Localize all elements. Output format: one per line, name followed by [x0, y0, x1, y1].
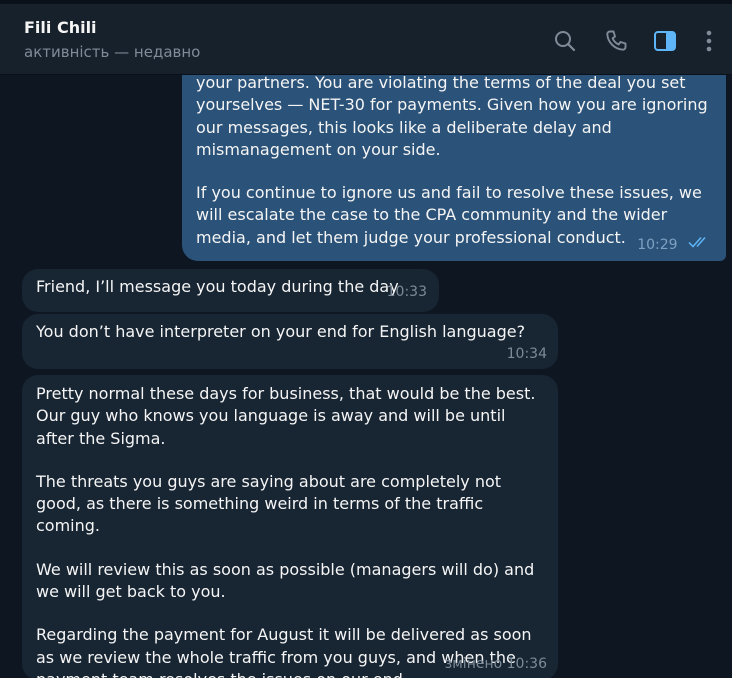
message-time: 10:36: [506, 655, 547, 672]
incoming-message[interactable]: Friend, I’ll message you today during th…: [22, 269, 439, 312]
message-time: 10:29: [637, 236, 678, 253]
chat-status: активність — недавно: [24, 43, 201, 61]
more-options-icon[interactable]: [696, 28, 722, 54]
incoming-message[interactable]: You don’t have interpreter on your end f…: [22, 314, 558, 369]
chat-title[interactable]: Fili Chili: [24, 18, 97, 37]
message-time: 10:34: [506, 345, 547, 362]
message-time: 10:33: [386, 283, 427, 300]
message-paragraph: Pretty normal these days for business, t…: [36, 384, 536, 448]
message-paragraph: your partners. You are violating the ter…: [196, 75, 708, 159]
message-text: Pretty normal these days for business, t…: [36, 383, 544, 678]
message-paragraph: If you continue to ignore us and fail to…: [196, 183, 702, 247]
sidebar-toggle-icon[interactable]: [652, 28, 678, 54]
phone-call-icon[interactable]: [603, 28, 629, 54]
message-text: You don’t have interpreter on your end f…: [36, 321, 544, 343]
message-text: your partners. You are violating the ter…: [196, 75, 712, 249]
message-meta: змінено 10:36: [445, 653, 547, 675]
outgoing-message[interactable]: your partners. You are violating the ter…: [182, 75, 726, 261]
message-meta: 10:29: [637, 234, 712, 256]
incoming-message[interactable]: Pretty normal these days for business, t…: [22, 375, 558, 678]
search-icon[interactable]: [552, 28, 578, 54]
message-meta: 10:34: [507, 343, 547, 365]
message-list[interactable]: your partners. You are violating the ter…: [0, 75, 732, 678]
message-paragraph: We will review this as soon as possible …: [36, 559, 535, 602]
read-checkmarks-icon: [688, 234, 712, 256]
chat-header: Fili Chili активність — недавно: [0, 4, 732, 75]
message-paragraph: You don’t have interpreter on your end f…: [36, 322, 526, 341]
message-text: Friend, I’ll message you today during th…: [36, 276, 425, 298]
message-paragraph: The threats you guys are saying about ar…: [36, 471, 502, 536]
message-paragraph: Friend, I’ll message you today during th…: [36, 277, 399, 296]
message-meta: 10:33: [387, 281, 427, 303]
edited-label: змінено: [444, 655, 503, 672]
